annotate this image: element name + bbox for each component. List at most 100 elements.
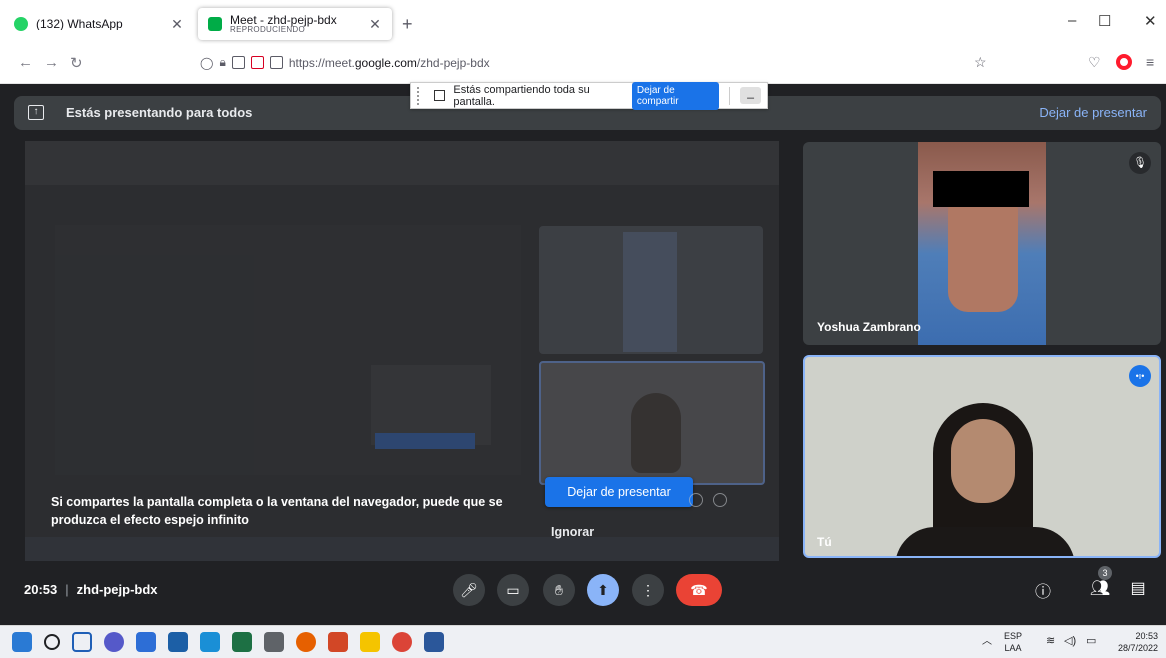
- outlook-icon[interactable]: [200, 632, 220, 652]
- back-icon[interactable]: ←: [18, 54, 33, 71]
- chat-app-icon[interactable]: [104, 632, 124, 652]
- stop-presenting-link[interactable]: Dejar de presentar: [1039, 105, 1147, 120]
- meet-window: ↑ Estás presentando para todos Dejar de …: [0, 84, 1166, 625]
- drag-handle[interactable]: [417, 86, 420, 105]
- excel-icon[interactable]: [232, 632, 252, 652]
- presentation-area: Si compartes la pantalla completa o la v…: [25, 141, 779, 561]
- mail-icon[interactable]: [168, 632, 188, 652]
- camera-button[interactable]: ▭: [497, 574, 529, 606]
- system-clock[interactable]: 20:53 28/7/2022: [1118, 630, 1158, 654]
- minimize-notification-button[interactable]: _: [740, 86, 761, 104]
- tab-audio-status: REPRODUCIENDO: [230, 25, 306, 35]
- whatsapp-icon: [14, 17, 28, 31]
- keyboard-layout: LAA: [1004, 643, 1022, 653]
- screen-share-icon[interactable]: [250, 56, 264, 69]
- mirrored-people-icon: [713, 493, 727, 507]
- more-options-button[interactable]: ⋮: [632, 574, 664, 606]
- firefox-icon[interactable]: [296, 632, 316, 652]
- windows-taskbar: ︿ ESP LAA ≋ ◁) ▭ 20:53 28/7/2022: [0, 625, 1166, 658]
- powerpoint-icon[interactable]: [328, 632, 348, 652]
- raise-hand-button[interactable]: ✋︎: [543, 574, 575, 606]
- volume-icon[interactable]: ◁): [1064, 635, 1076, 647]
- menu-icon[interactable]: ≡: [1146, 54, 1154, 70]
- screen: (132) WhatsApp ✕ Meet - zhd-pejp-bdx REP…: [0, 0, 1166, 658]
- present-screen-button[interactable]: ⬆: [587, 574, 619, 606]
- windows-start-icon[interactable]: [12, 632, 32, 652]
- clock-date: 28/7/2022: [1117, 643, 1158, 653]
- url-path: /zhd-pejp-bdx: [416, 55, 490, 70]
- people-icon[interactable]: 👥︎: [1088, 578, 1112, 598]
- speaking-indicator-icon: •ı•: [1129, 365, 1151, 387]
- stop-presenting-button[interactable]: Dejar de presentar: [545, 477, 693, 507]
- url-text[interactable]: https://meet.google.com/zhd-pejp-bdx: [289, 56, 490, 70]
- microphone-button[interactable]: 🎤︎: [453, 574, 485, 606]
- mirrored-browser-chrome: [25, 141, 779, 185]
- new-tab-button[interactable]: +: [402, 14, 413, 35]
- language-code: ESP: [1004, 631, 1023, 641]
- share-screen-icon: [433, 90, 446, 101]
- participant-name: Yoshua Zambrano: [817, 320, 921, 334]
- clock-time: 20:53: [1135, 631, 1158, 641]
- participant-tile-self[interactable]: •ı• Tú: [803, 355, 1161, 558]
- mirrored-tile-yoshua: [539, 226, 763, 354]
- stop-sharing-button[interactable]: Dejar de compartir: [631, 81, 720, 110]
- permissions-icon[interactable]: [231, 56, 245, 69]
- meeting-details: 20:53 | zhd-pejp-bdx: [24, 582, 158, 597]
- browser-nav-bar: ← → ↻ ◯ 🔒︎ https://meet.google.com/zhd-p…: [0, 44, 1166, 84]
- search-icon[interactable]: [44, 634, 60, 650]
- tab-whatsapp[interactable]: (132) WhatsApp ✕: [4, 8, 194, 40]
- mirrored-tile-tu: [539, 361, 765, 485]
- addon-icon[interactable]: [1116, 54, 1132, 70]
- minimize-button[interactable]: –: [1068, 12, 1076, 29]
- mirrored-video: [623, 232, 677, 352]
- meeting-time: 20:53: [24, 582, 58, 597]
- mic-muted-icon: 🎙︎: [1129, 152, 1151, 174]
- wifi-icon[interactable]: ≋: [1046, 635, 1055, 647]
- meeting-code: zhd-pejp-bdx: [76, 582, 158, 597]
- meet-icon: [208, 17, 222, 31]
- browser-tab-bar: (132) WhatsApp ✕ Meet - zhd-pejp-bdx REP…: [0, 0, 1166, 44]
- people-count-badge: 3: [1098, 566, 1112, 580]
- mirrored-icons: [689, 493, 727, 507]
- participant-figure: [895, 527, 1075, 556]
- present-icon: ↑: [28, 105, 44, 120]
- url-prefix: https://meet.: [288, 55, 355, 70]
- shield-icon[interactable]: ◯: [200, 56, 213, 70]
- presenting-text: Estás presentando para todos: [66, 105, 253, 120]
- mirrored-presentation: [55, 225, 521, 475]
- url-domain: google.com: [354, 55, 417, 70]
- separator: |: [65, 582, 69, 597]
- zoom-icon[interactable]: [136, 632, 156, 652]
- calculator-icon[interactable]: [264, 632, 284, 652]
- forward-icon[interactable]: →: [44, 54, 59, 71]
- ignore-button[interactable]: Ignorar: [551, 525, 594, 539]
- url-bar[interactable]: ◯ 🔒︎ https://meet.google.com/zhd-pejp-bd…: [200, 55, 490, 70]
- close-window-button[interactable]: ✕: [1144, 12, 1157, 30]
- word-icon[interactable]: [424, 632, 444, 652]
- infinite-mirror-warning: Si compartes la pantalla completa o la v…: [51, 495, 503, 527]
- lock-icon[interactable]: 🔒︎: [219, 55, 225, 70]
- language-indicator[interactable]: ESP LAA: [1004, 630, 1022, 654]
- end-call-button[interactable]: ☎︎: [676, 574, 722, 606]
- participant-tile-yoshua[interactable]: 🎙︎ Yoshua Zambrano: [803, 142, 1161, 345]
- chrome-icon[interactable]: [392, 632, 412, 652]
- task-view-icon[interactable]: [72, 632, 92, 652]
- close-tab-icon[interactable]: ✕: [368, 16, 382, 33]
- participant-name: Tú: [817, 535, 832, 549]
- chat-icon[interactable]: ▤: [1126, 578, 1150, 598]
- screen-sharing-notification: Estás compartiendo toda su pantalla. Dej…: [410, 81, 768, 110]
- tab-meet[interactable]: Meet - zhd-pejp-bdx REPRODUCIENDO ✕: [198, 8, 392, 40]
- mirrored-video: [631, 393, 681, 473]
- close-tab-icon[interactable]: ✕: [170, 16, 184, 33]
- show-hidden-icons-icon[interactable]: ︿: [982, 636, 992, 648]
- info-icon[interactable]: ⓘ: [1031, 578, 1055, 602]
- bookmark-star-icon[interactable]: ☆: [974, 54, 987, 71]
- reader-view-icon[interactable]: [269, 56, 283, 69]
- file-explorer-icon[interactable]: [360, 632, 380, 652]
- maximize-button[interactable]: ☐: [1098, 12, 1111, 30]
- pocket-icon[interactable]: ♡: [1088, 54, 1101, 71]
- battery-icon[interactable]: ▭: [1086, 635, 1096, 647]
- mirrored-button: [375, 433, 475, 449]
- reload-icon[interactable]: ↻: [70, 54, 83, 72]
- participant-face: [951, 419, 1015, 503]
